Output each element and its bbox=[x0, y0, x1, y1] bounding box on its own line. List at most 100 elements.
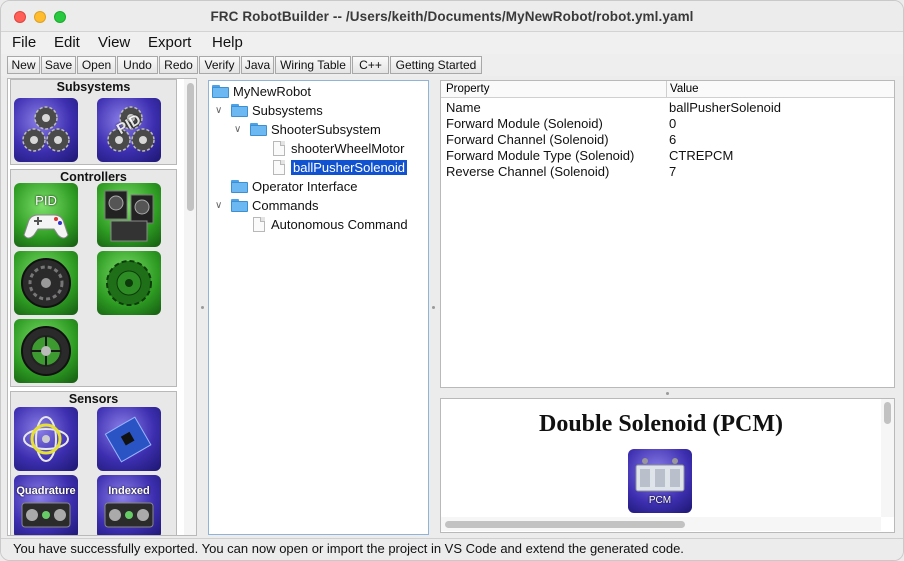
property-name: Forward Module Type (Solenoid) bbox=[446, 148, 635, 163]
gyro-tile[interactable] bbox=[14, 407, 78, 471]
app-window: FRC RobotBuilder -- /Users/keith/Documen… bbox=[0, 0, 904, 561]
property-value[interactable]: ballPusherSolenoid bbox=[669, 100, 781, 115]
folder-icon bbox=[231, 199, 248, 212]
subsystems-section-title: Subsystems bbox=[56, 80, 131, 94]
tree-node-label: Autonomous Command bbox=[271, 217, 408, 232]
property-value[interactable]: CTREPCM bbox=[669, 148, 733, 163]
help-horizontal-scrollbar[interactable] bbox=[441, 517, 881, 531]
header-value[interactable]: Value bbox=[670, 83, 699, 95]
menu-edit[interactable]: Edit bbox=[54, 34, 80, 51]
help-vertical-scrollbar[interactable] bbox=[881, 399, 894, 517]
quadrature-encoder-tile[interactable]: Quadrature bbox=[14, 475, 78, 535]
folder-icon bbox=[250, 123, 267, 136]
tree-node-shooter-wheel-motor[interactable]: shooterWheelMotor bbox=[273, 139, 404, 158]
gyro-icon bbox=[23, 416, 69, 462]
pcm-image-label: PCM bbox=[648, 495, 672, 506]
pid-controller-tile[interactable]: PID bbox=[14, 183, 78, 247]
property-row[interactable]: Name ballPusherSolenoid bbox=[441, 100, 894, 116]
palette-scroll-thumb[interactable] bbox=[187, 83, 194, 211]
sensors-section-title: Sensors bbox=[68, 392, 119, 406]
split-handle-middle[interactable] bbox=[432, 306, 435, 309]
redo-button[interactable]: Redo bbox=[159, 56, 198, 74]
help-horizontal-scroll-thumb[interactable] bbox=[445, 521, 685, 528]
subsystems-section: Subsystems PID bbox=[10, 79, 177, 165]
property-value[interactable]: 6 bbox=[669, 132, 676, 147]
split-handle-right[interactable] bbox=[666, 392, 669, 395]
tree-node-subsystems[interactable]: Subsystems bbox=[231, 101, 323, 120]
property-name: Name bbox=[446, 100, 481, 115]
palette-scrollbar[interactable] bbox=[184, 79, 196, 535]
wheel-icon bbox=[21, 258, 71, 308]
motor-controller-group-tile[interactable] bbox=[97, 183, 161, 247]
indexed-label: Indexed bbox=[108, 485, 150, 497]
property-row[interactable]: Reverse Channel (Solenoid) 7 bbox=[441, 164, 894, 180]
status-message: You have successfully exported. You can … bbox=[13, 541, 684, 556]
subsystem-tile[interactable] bbox=[14, 98, 78, 162]
chevron-down-icon[interactable]: ∨ bbox=[215, 105, 222, 116]
wiring-table-button[interactable]: Wiring Table bbox=[275, 56, 351, 74]
tree-root-label: MyNewRobot bbox=[233, 84, 312, 99]
menu-export[interactable]: Export bbox=[148, 34, 191, 51]
tree-node-label: Subsystems bbox=[252, 103, 323, 118]
new-button[interactable]: New bbox=[7, 56, 40, 74]
header-property[interactable]: Property bbox=[446, 83, 489, 95]
motor-controller-tile[interactable] bbox=[14, 251, 78, 315]
title-bar: FRC RobotBuilder -- /Users/keith/Documen… bbox=[1, 1, 903, 32]
undo-button[interactable]: Undo bbox=[117, 56, 158, 74]
spoked-wheel-icon bbox=[21, 326, 71, 376]
menu-help[interactable]: Help bbox=[212, 34, 243, 51]
java-button[interactable]: Java bbox=[241, 56, 274, 74]
column-separator[interactable] bbox=[666, 81, 667, 98]
tree-node-shooter-subsystem[interactable]: ShooterSubsystem bbox=[250, 120, 381, 139]
property-row[interactable]: Forward Module (Solenoid) 0 bbox=[441, 116, 894, 132]
save-button[interactable]: Save bbox=[41, 56, 76, 74]
tree-node-commands[interactable]: Commands bbox=[231, 196, 318, 215]
property-value[interactable]: 0 bbox=[669, 116, 676, 131]
folder-icon bbox=[212, 85, 229, 98]
tree-node-autonomous-command[interactable]: Autonomous Command bbox=[253, 215, 408, 234]
toolbar: New Save Open Undo Redo Verify Java Wiri… bbox=[1, 54, 903, 76]
property-row[interactable]: Forward Channel (Solenoid) 6 bbox=[441, 132, 894, 148]
folder-icon bbox=[231, 104, 248, 117]
window-title: FRC RobotBuilder -- /Users/keith/Documen… bbox=[210, 9, 694, 24]
menu-view[interactable]: View bbox=[98, 34, 130, 51]
file-icon bbox=[273, 160, 285, 175]
controllers-section: Controllers PID bbox=[10, 169, 177, 387]
motor-controllers-icon bbox=[104, 190, 154, 242]
quadrature-label: Quadrature bbox=[16, 485, 76, 497]
tree-node-label-selected: ballPusherSolenoid bbox=[291, 160, 408, 175]
pid-controller-label: PID bbox=[35, 193, 57, 208]
gearbox-tile[interactable] bbox=[97, 251, 161, 315]
help-title: Double Solenoid (PCM) bbox=[538, 411, 783, 437]
getting-started-button[interactable]: Getting Started bbox=[390, 56, 482, 74]
folder-icon bbox=[231, 180, 248, 193]
help-panel: Double Solenoid (PCM) PCM bbox=[440, 398, 895, 533]
property-name: Forward Channel (Solenoid) bbox=[446, 132, 609, 147]
tree-node-label: Commands bbox=[252, 198, 319, 213]
menu-file[interactable]: File bbox=[12, 34, 36, 51]
pcm-image: PCM bbox=[628, 449, 692, 513]
tree-node-operator-interface[interactable]: Operator Interface bbox=[231, 177, 358, 196]
property-row[interactable]: Forward Module Type (Solenoid) CTREPCM bbox=[441, 148, 894, 164]
properties-table: Property Value Name ballPusherSolenoid F… bbox=[440, 80, 895, 388]
relay-tile[interactable] bbox=[14, 319, 78, 383]
split-handle-left[interactable] bbox=[201, 306, 204, 309]
tree-node-label: Operator Interface bbox=[252, 179, 358, 194]
tree-node-ball-pusher-solenoid[interactable]: ballPusherSolenoid bbox=[273, 158, 408, 177]
robot-tree: MyNewRobot ∨ Subsystems ∨ ShooterSubsyst… bbox=[208, 80, 429, 535]
chevron-down-icon[interactable]: ∨ bbox=[234, 124, 241, 135]
property-name: Forward Module (Solenoid) bbox=[446, 116, 603, 131]
file-icon bbox=[273, 141, 285, 156]
tree-root[interactable]: MyNewRobot bbox=[212, 82, 311, 101]
accelerometer-tile[interactable] bbox=[97, 407, 161, 471]
help-vertical-scroll-thumb[interactable] bbox=[884, 402, 891, 424]
verify-button[interactable]: Verify bbox=[199, 56, 240, 74]
indexed-encoder-tile[interactable]: Indexed bbox=[97, 475, 161, 535]
pid-subsystem-tile[interactable]: PID bbox=[97, 98, 161, 162]
chevron-down-icon[interactable]: ∨ bbox=[215, 200, 222, 211]
tree-node-label: shooterWheelMotor bbox=[291, 141, 405, 156]
cpp-button[interactable]: C++ bbox=[352, 56, 389, 74]
property-value[interactable]: 7 bbox=[669, 164, 676, 179]
open-button[interactable]: Open bbox=[77, 56, 116, 74]
file-icon bbox=[253, 217, 265, 232]
